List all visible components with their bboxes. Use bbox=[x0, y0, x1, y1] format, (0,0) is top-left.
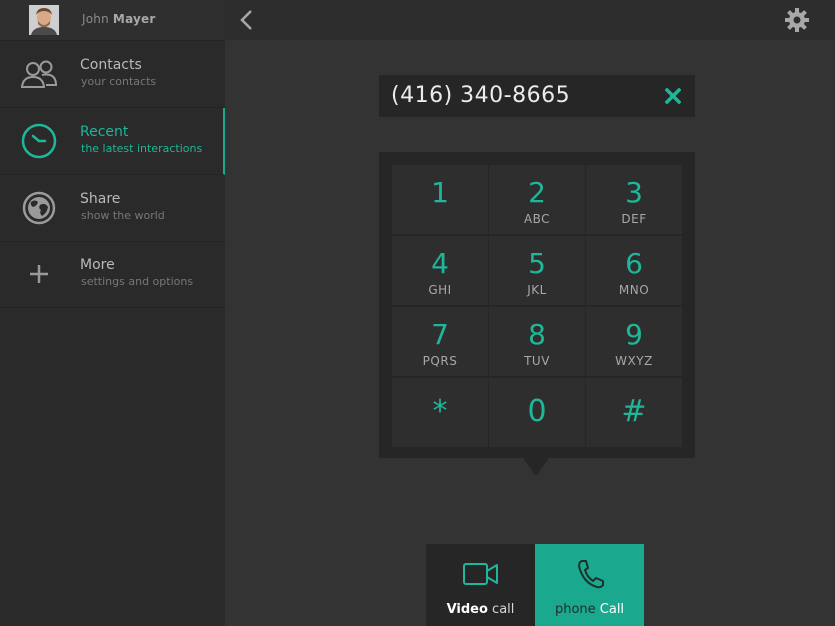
key-letters: ABC bbox=[523, 212, 551, 226]
video-call-label: Video call bbox=[426, 602, 535, 617]
sidebar-item-title: Recent bbox=[80, 124, 129, 140]
sidebar-item-share[interactable]: Share show the world bbox=[0, 175, 225, 242]
key-3[interactable]: 3 DEF bbox=[586, 165, 682, 234]
key-digit: 5 bbox=[528, 247, 546, 280]
phone-icon bbox=[578, 560, 604, 589]
key-letters: DEF bbox=[621, 212, 647, 226]
key-letters: MNO bbox=[618, 283, 650, 297]
video-camera-icon bbox=[463, 563, 498, 585]
phone-call-label: phone Call bbox=[535, 602, 644, 617]
key-digit: 6 bbox=[625, 247, 643, 280]
key-4[interactable]: 4 GHI bbox=[392, 236, 488, 305]
plus-icon bbox=[30, 265, 48, 283]
phone-number-field[interactable]: (416) 340-8665 bbox=[379, 75, 695, 117]
sidebar-item-title: Share bbox=[80, 191, 121, 207]
key-letters: JKL bbox=[527, 283, 547, 297]
contacts-icon bbox=[20, 60, 58, 88]
top-bar bbox=[225, 0, 835, 40]
clock-icon bbox=[21, 123, 57, 159]
key-letters: PQRS bbox=[422, 354, 458, 368]
key-hash[interactable]: # bbox=[586, 378, 682, 447]
call-actions: Video call phone Call bbox=[426, 544, 644, 626]
video-call-label-rest: call bbox=[487, 602, 515, 617]
close-icon[interactable] bbox=[665, 88, 681, 104]
dial-keypad: 1 2 ABC 3 DEF 4 GHI 5 JKL 6 MNO 7 PQRS 8… bbox=[379, 152, 695, 458]
phone-number-value: (416) 340-8665 bbox=[391, 83, 571, 108]
key-2[interactable]: 2 ABC bbox=[489, 165, 585, 234]
video-call-label-bold: Video bbox=[446, 602, 488, 617]
video-call-button[interactable]: Video call bbox=[426, 544, 535, 626]
sidebar-item-title: More bbox=[80, 257, 115, 273]
keypad-pointer bbox=[523, 458, 549, 476]
gear-icon[interactable] bbox=[785, 8, 809, 32]
user-name: John Mayer bbox=[82, 12, 155, 26]
key-8[interactable]: 8 TUV bbox=[489, 307, 585, 376]
sidebar-item-contacts[interactable]: Contacts your contacts bbox=[0, 41, 225, 108]
phone-call-button[interactable]: phone Call bbox=[535, 544, 644, 626]
user-first-name: John bbox=[82, 12, 109, 26]
key-digit: * bbox=[432, 394, 448, 429]
sidebar-item-title: Contacts bbox=[80, 57, 142, 73]
key-letters: GHI bbox=[428, 283, 452, 297]
key-digit: 4 bbox=[431, 247, 449, 280]
chevron-left-icon[interactable] bbox=[237, 9, 257, 31]
globe-icon bbox=[22, 191, 56, 225]
key-star[interactable]: * bbox=[392, 378, 488, 447]
sidebar-item-subtitle: your contacts bbox=[81, 75, 157, 88]
key-digit: 8 bbox=[528, 318, 546, 351]
sidebar-item-subtitle: show the world bbox=[81, 209, 165, 222]
phone-call-label-rest: Call bbox=[595, 602, 625, 617]
key-letters: WXYZ bbox=[615, 354, 653, 368]
key-digit: 2 bbox=[528, 176, 546, 209]
key-digit: 7 bbox=[431, 318, 449, 351]
profile-header[interactable]: John Mayer bbox=[0, 0, 225, 41]
key-digit: 9 bbox=[625, 318, 643, 351]
sidebar: John Mayer Contacts your contacts Recent… bbox=[0, 0, 225, 626]
key-digit: 0 bbox=[527, 394, 547, 429]
sidebar-item-subtitle: settings and options bbox=[81, 275, 194, 288]
sidebar-item-more[interactable]: More settings and options bbox=[0, 241, 225, 308]
user-last-name: Mayer bbox=[112, 12, 156, 26]
key-1[interactable]: 1 bbox=[392, 165, 488, 234]
key-0[interactable]: 0 bbox=[489, 378, 585, 447]
key-digit: # bbox=[621, 394, 647, 429]
key-9[interactable]: 9 WXYZ bbox=[586, 307, 682, 376]
key-7[interactable]: 7 PQRS bbox=[392, 307, 488, 376]
sidebar-item-recent[interactable]: Recent the latest interactions bbox=[0, 108, 225, 175]
key-digit: 1 bbox=[431, 176, 449, 209]
avatar[interactable] bbox=[29, 5, 59, 35]
key-digit: 3 bbox=[625, 176, 643, 209]
key-5[interactable]: 5 JKL bbox=[489, 236, 585, 305]
sidebar-item-subtitle: the latest interactions bbox=[81, 142, 203, 155]
key-letters: TUV bbox=[524, 354, 550, 368]
phone-call-label-bold: phone bbox=[554, 602, 596, 617]
key-6[interactable]: 6 MNO bbox=[586, 236, 682, 305]
